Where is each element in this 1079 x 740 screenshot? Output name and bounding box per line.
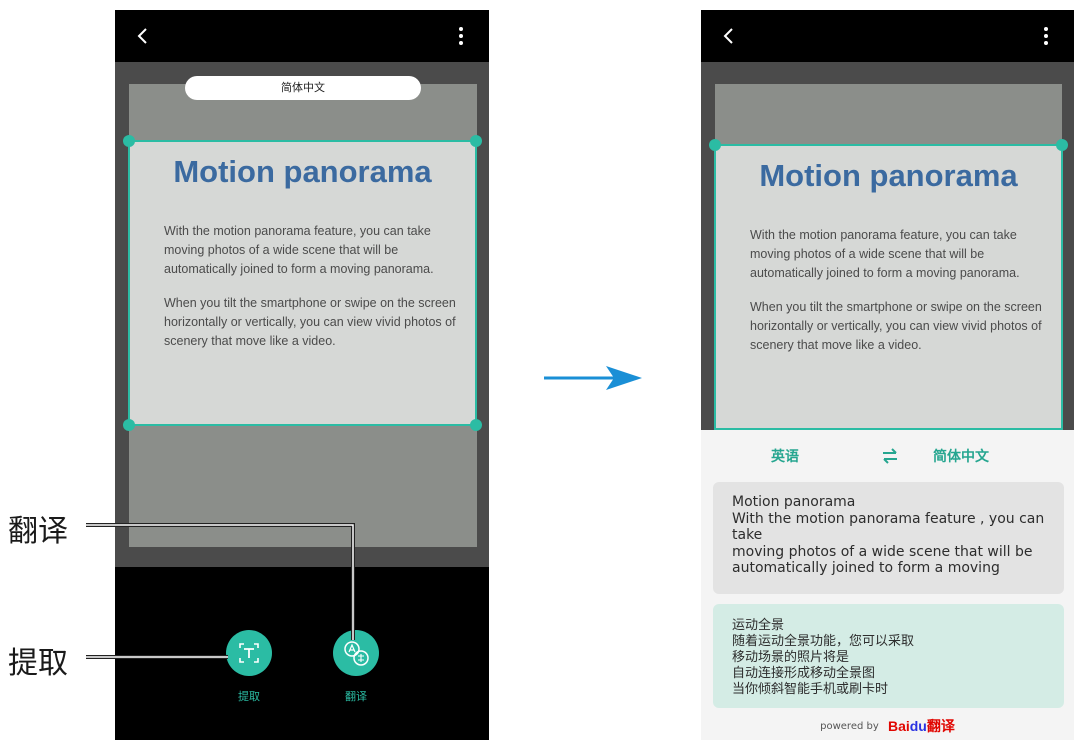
callout-translate: 翻译 bbox=[8, 514, 68, 549]
callout-leader-lines bbox=[86, 523, 355, 659]
callout-extract: 提取 bbox=[8, 646, 68, 681]
